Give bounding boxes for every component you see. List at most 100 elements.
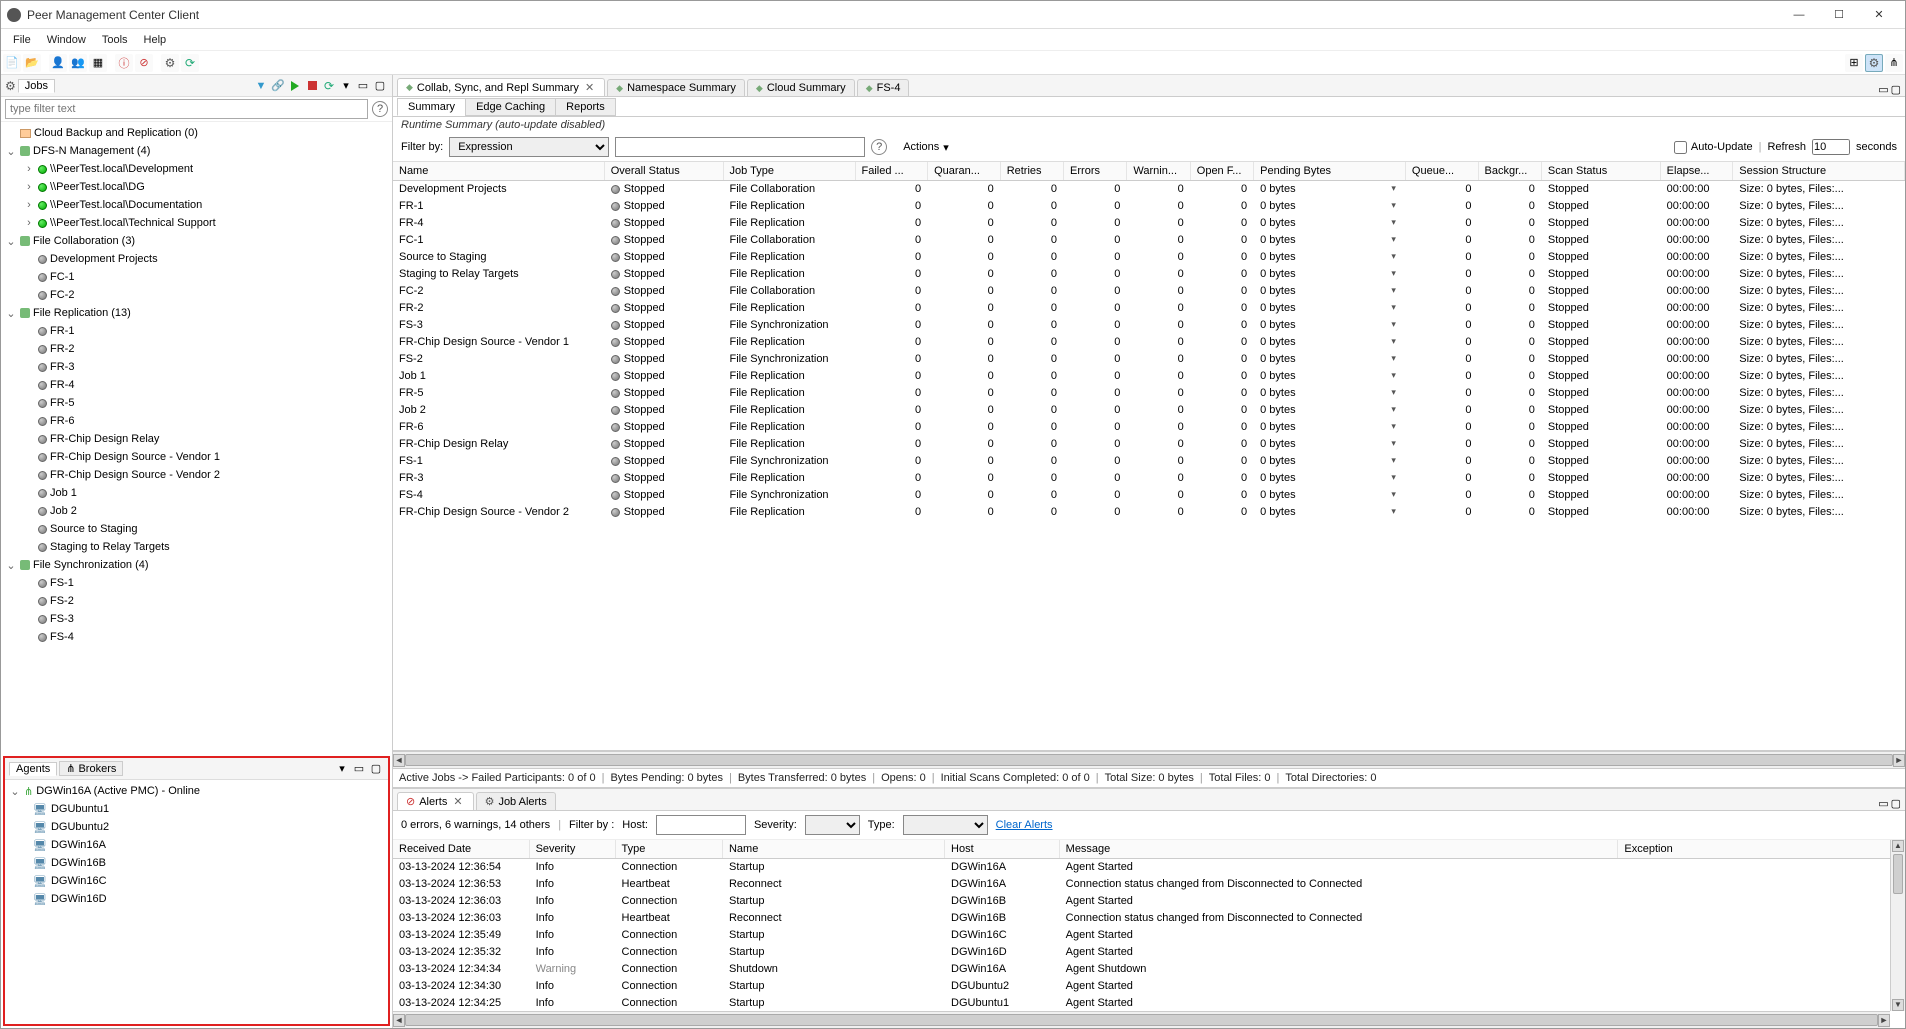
tree-twisty-icon[interactable]: ⌄ [9, 785, 21, 798]
brokers-tab[interactable]: ⋔Brokers [59, 761, 123, 776]
alerts-row[interactable]: 03-13-2024 12:35:32InfoConnectionStartup… [393, 944, 1905, 961]
alerts-tab-job-alerts[interactable]: ⚙Job Alerts [476, 792, 556, 810]
table-row[interactable]: FR-Chip Design RelayStoppedFile Replicat… [393, 436, 1905, 453]
table-icon[interactable]: ▦ [89, 54, 107, 72]
tree-item[interactable]: Job 2 [1, 502, 392, 520]
tree-item[interactable]: Source to Staging [1, 520, 392, 538]
users-icon[interactable]: 👥 [69, 54, 87, 72]
alerts-hscroll[interactable]: ◄ ► [393, 1011, 1890, 1028]
help-icon[interactable]: ? [372, 101, 388, 117]
tree-item[interactable]: ›\\PeerTest.local\DG [1, 178, 392, 196]
alerts-tab-alerts[interactable]: ⊘Alerts✕ [397, 792, 474, 810]
alerts-grid[interactable]: Received DateSeverityTypeNameHostMessage… [393, 840, 1905, 1028]
col-quaran[interactable]: Quaran... [928, 162, 1001, 181]
editor-maximize-icon[interactable]: ▢ [1891, 83, 1901, 96]
tree-item[interactable]: FS-2 [1, 592, 392, 610]
table-row[interactable]: FS-4StoppedFile Synchronization0000000 b… [393, 487, 1905, 504]
close-icon[interactable]: ✕ [583, 81, 596, 94]
alerts-row[interactable]: 03-13-2024 12:36:03InfoHeartbeatReconnec… [393, 910, 1905, 927]
perspective-icon[interactable]: ⊞ [1845, 54, 1863, 72]
tree-twisty-icon[interactable]: › [23, 181, 35, 193]
scroll-up-icon[interactable]: ▲ [1892, 840, 1904, 852]
tab-namespace-summary[interactable]: ◆Namespace Summary [607, 79, 745, 96]
subtab-edge-caching[interactable]: Edge Caching [465, 98, 556, 116]
table-row[interactable]: FS-1StoppedFile Synchronization0000000 b… [393, 453, 1905, 470]
table-row[interactable]: FR-Chip Design Source - Vendor 1StoppedF… [393, 334, 1905, 351]
scroll-thumb[interactable] [405, 754, 1893, 766]
chevron-down-icon[interactable]: ▾ [1388, 183, 1399, 194]
alerts-scroll-left-icon[interactable]: ◄ [393, 1014, 405, 1027]
menu-file[interactable]: File [5, 32, 39, 48]
tree-item[interactable]: Job 1 [1, 484, 392, 502]
col-elapse[interactable]: Elapse... [1660, 162, 1733, 181]
auto-update-checkbox[interactable]: Auto-Update [1674, 141, 1753, 154]
table-row[interactable]: Staging to Relay TargetsStoppedFile Repl… [393, 266, 1905, 283]
filter-help-icon[interactable]: ? [871, 139, 887, 155]
col-failed[interactable]: Failed ... [855, 162, 928, 181]
menu-help[interactable]: Help [136, 32, 175, 48]
tab-fs-4[interactable]: ◆FS-4 [857, 79, 910, 96]
col-errors[interactable]: Errors [1064, 162, 1127, 181]
col-open[interactable]: Open F... [1190, 162, 1253, 181]
tree-item[interactable]: FR-Chip Design Source - Vendor 1 [1, 448, 392, 466]
chevron-down-icon[interactable]: ▾ [1388, 404, 1399, 415]
chevron-down-icon[interactable]: ▾ [1388, 302, 1399, 313]
agents-maximize-icon[interactable]: ▢ [368, 761, 384, 777]
alerts-col-name[interactable]: Name [722, 840, 944, 859]
chevron-down-icon[interactable]: ▾ [1388, 319, 1399, 330]
tree-item[interactable]: ›\\PeerTest.local\Documentation [1, 196, 392, 214]
agents-view-menu-icon[interactable]: ▾ [334, 761, 350, 777]
alerts-col-host[interactable]: Host [945, 840, 1060, 859]
table-row[interactable]: FR-4StoppedFile Replication0000000 bytes… [393, 215, 1905, 232]
tree-item[interactable]: Cloud Backup and Replication (0) [1, 124, 392, 142]
chevron-down-icon[interactable]: ▾ [1388, 285, 1399, 296]
table-row[interactable]: FR-3StoppedFile Replication0000000 bytes… [393, 470, 1905, 487]
col-scan[interactable]: Scan Status [1541, 162, 1660, 181]
tree-item[interactable]: FR-5 [1, 394, 392, 412]
filter-value-input[interactable] [615, 137, 865, 157]
user-icon[interactable]: 👤 [49, 54, 67, 72]
tree-item[interactable]: FR-Chip Design Source - Vendor 2 [1, 466, 392, 484]
col-struct[interactable]: Session Structure [1733, 162, 1905, 181]
stop-button[interactable] [304, 78, 320, 94]
tree-item[interactable]: FC-2 [1, 286, 392, 304]
settings-icon[interactable] [161, 54, 179, 72]
tree-twisty-icon[interactable]: ⌄ [5, 145, 17, 158]
table-row[interactable]: FR-1StoppedFile Replication0000000 bytes… [393, 198, 1905, 215]
tree-twisty-icon[interactable]: › [23, 217, 35, 229]
table-row[interactable]: Job 2StoppedFile Replication0000000 byte… [393, 402, 1905, 419]
subtab-reports[interactable]: Reports [555, 98, 616, 116]
tree-item[interactable]: FC-1 [1, 268, 392, 286]
chevron-down-icon[interactable]: ▾ [1388, 200, 1399, 211]
perspective-settings-icon[interactable] [1865, 54, 1883, 72]
minimize-button[interactable]: — [1779, 3, 1819, 27]
clear-alerts-link[interactable]: Clear Alerts [996, 819, 1053, 831]
alerts-row[interactable]: 03-13-2024 12:35:49InfoConnectionStartup… [393, 927, 1905, 944]
minimize-panel-icon[interactable]: ▭ [355, 78, 371, 94]
agents-minimize-icon[interactable]: ▭ [351, 761, 367, 777]
chevron-down-icon[interactable]: ▾ [1388, 489, 1399, 500]
jobs-tree[interactable]: Cloud Backup and Replication (0)⌄DFS-N M… [1, 122, 392, 754]
editor-minimize-icon[interactable]: ▭ [1878, 83, 1888, 96]
chevron-down-icon[interactable]: ▾ [1388, 472, 1399, 483]
col-queue[interactable]: Queue... [1405, 162, 1478, 181]
menu-tools[interactable]: Tools [94, 32, 136, 48]
agents-tree[interactable]: ⌄⋔DGWin16A (Active PMC) - Online🖥DGUbunt… [5, 780, 388, 1024]
scroll-left-icon[interactable]: ◄ [393, 754, 405, 767]
summary-grid[interactable]: NameOverall StatusJob TypeFailed ...Quar… [393, 162, 1905, 521]
table-row[interactable]: FR-5StoppedFile Replication0000000 bytes… [393, 385, 1905, 402]
alerts-severity-select[interactable] [805, 815, 860, 835]
jobs-panel-title[interactable]: Jobs [18, 79, 55, 93]
refresh-link[interactable]: Refresh [1767, 141, 1806, 153]
alerts-col-type[interactable]: Type [615, 840, 722, 859]
agent-item[interactable]: 🖥DGUbuntu2 [5, 818, 388, 836]
open-icon[interactable]: 📂 [23, 54, 41, 72]
refresh-jobs-icon[interactable] [321, 78, 337, 94]
table-row[interactable]: FC-2StoppedFile Collaboration0000000 byt… [393, 283, 1905, 300]
chevron-down-icon[interactable]: ▾ [1388, 438, 1399, 449]
subtab-summary[interactable]: Summary [397, 98, 466, 116]
alerts-col-exception[interactable]: Exception [1618, 840, 1905, 859]
filter-icon[interactable]: ▼ [253, 78, 269, 94]
agent-item[interactable]: 🖥DGWin16A [5, 836, 388, 854]
table-row[interactable]: Source to StagingStoppedFile Replication… [393, 249, 1905, 266]
